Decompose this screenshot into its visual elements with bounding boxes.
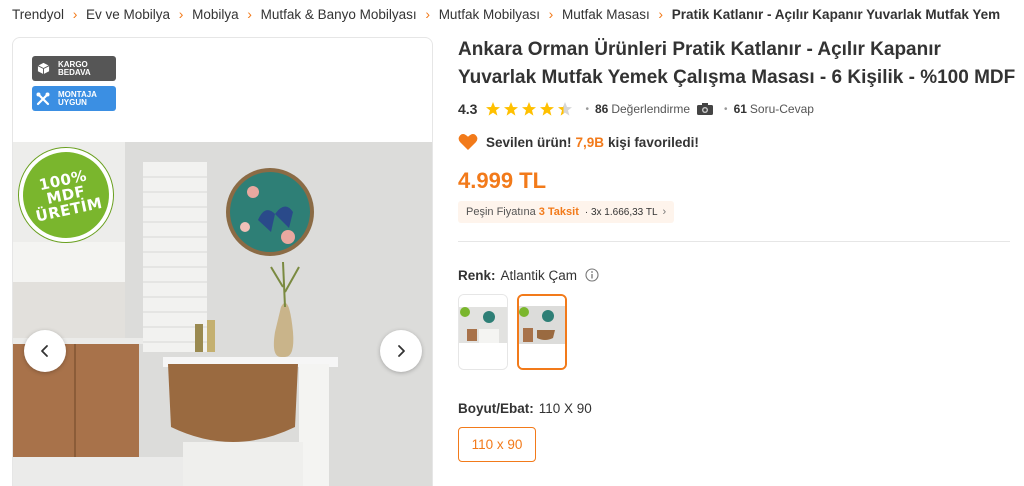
- separator-dot: •: [724, 103, 728, 115]
- size-option-110x90[interactable]: 110 x 90: [458, 427, 536, 462]
- breadcrumb-item-mutfak-masasi[interactable]: Mutfak Masası: [562, 7, 650, 22]
- color-option-thumbnail: [459, 295, 507, 369]
- installment-prefix: Peşin Fiyatına: [466, 206, 536, 218]
- reviews-link[interactable]: 86 Değerlendirme: [595, 102, 690, 116]
- half-star-icon: [558, 102, 573, 116]
- product-gallery: KARGO BEDAVA MONTAJA UYGUN 100% MDF ÜRET…: [12, 37, 433, 486]
- color-option-1[interactable]: [458, 294, 508, 370]
- qa-link[interactable]: 61 Soru-Cevap: [734, 102, 814, 116]
- info-icon[interactable]: [585, 268, 599, 282]
- chevron-right-icon: [398, 345, 405, 357]
- chevron-right-icon: ›: [72, 6, 78, 22]
- star-icon: [540, 102, 555, 116]
- next-image-button[interactable]: [380, 330, 422, 372]
- breadcrumb: Trendyol › Ev ve Mobilya › Mobilya › Mut…: [12, 5, 1000, 23]
- star-icon: [486, 102, 501, 116]
- stamp-line3: ÜRETİM: [34, 193, 105, 226]
- star-icon: [522, 102, 537, 116]
- chevron-right-icon: ›: [425, 6, 431, 22]
- chevron-right-icon: ›: [662, 206, 667, 218]
- size-selector-label: Boyut/Ebat: 110 X 90: [458, 399, 592, 417]
- color-selector-label: Renk: Atlantik Çam: [458, 266, 599, 284]
- review-label: Değerlendirme: [611, 102, 691, 116]
- rating-value: 4.3: [458, 101, 478, 117]
- favorite-info: Sevilen ürün! 7,9B kişi favoriledi!: [458, 132, 699, 152]
- color-option-atlantik-cam[interactable]: [517, 294, 567, 370]
- chevron-right-icon: ›: [178, 6, 184, 22]
- breadcrumb-item-mobilya[interactable]: Mobilya: [192, 7, 239, 22]
- price: 4.999 TL: [458, 168, 547, 193]
- chevron-left-icon: [41, 345, 48, 357]
- qa-count: 61: [733, 102, 747, 116]
- color-label: Renk:: [458, 267, 496, 283]
- qa-label: Soru-Cevap: [749, 102, 814, 116]
- separator-dot: •: [585, 103, 589, 115]
- installment-detail: · 3x 1.666,33 TL: [584, 206, 658, 218]
- size-value: 110 X 90: [538, 400, 592, 416]
- installment-count: 3 Taksit: [538, 206, 579, 218]
- color-value: Atlantik Çam: [500, 267, 578, 283]
- review-count: 86: [594, 102, 609, 116]
- chevron-right-icon: ›: [658, 6, 664, 22]
- color-option-thumbnail: [519, 296, 565, 368]
- favorite-count: 7,9B: [575, 134, 605, 150]
- heart-icon: [458, 133, 478, 151]
- chevron-right-icon: ›: [247, 6, 252, 22]
- camera-icon: [696, 102, 714, 116]
- assembly-line2: UYGUN: [58, 97, 87, 107]
- box-icon: [36, 62, 50, 76]
- tools-icon: [36, 92, 50, 106]
- breadcrumb-item-mutfak-banyo[interactable]: Mutfak & Banyo Mobilyası: [261, 7, 417, 22]
- star-icon: [504, 102, 519, 116]
- product-info: Ankara Orman Ürünleri Pratik Katlanır - …: [458, 36, 1018, 462]
- breadcrumb-item-trendyol[interactable]: Trendyol: [12, 7, 64, 22]
- size-label: Boyut/Ebat:: [458, 400, 534, 416]
- chevron-right-icon: ›: [548, 6, 554, 22]
- favorite-label: Sevilen ürün!: [486, 134, 572, 150]
- rating-row: 4.3 • 86 Değerlendirme • 61 Soru-Cevap: [458, 100, 814, 118]
- breadcrumb-item-current: Pratik Katlanır - Açılır Kapanır Yuvarla…: [671, 6, 1001, 22]
- assembly-badge: MONTAJA UYGUN: [32, 86, 116, 111]
- product-title: Ankara Orman Ürünleri Pratik Katlanır - …: [458, 36, 1018, 92]
- free-shipping-badge: KARGO BEDAVA: [32, 56, 116, 81]
- breadcrumb-item-mutfak-mobilyasi[interactable]: Mutfak Mobilyası: [439, 7, 540, 22]
- free-shipping-line2: BEDAVA: [58, 67, 91, 77]
- brand-link[interactable]: Ankara Orman Ürünleri: [458, 39, 667, 60]
- favorite-suffix: kişi favoriledi!: [608, 134, 699, 150]
- previous-image-button[interactable]: [24, 330, 66, 372]
- breadcrumb-item-ev-ve-mobilya[interactable]: Ev ve Mobilya: [86, 7, 170, 22]
- star-rating: [485, 101, 575, 117]
- divider: [458, 241, 1010, 242]
- installment-info[interactable]: Peşin Fiyatına 3 Taksit · 3x 1.666,33 TL…: [458, 201, 675, 223]
